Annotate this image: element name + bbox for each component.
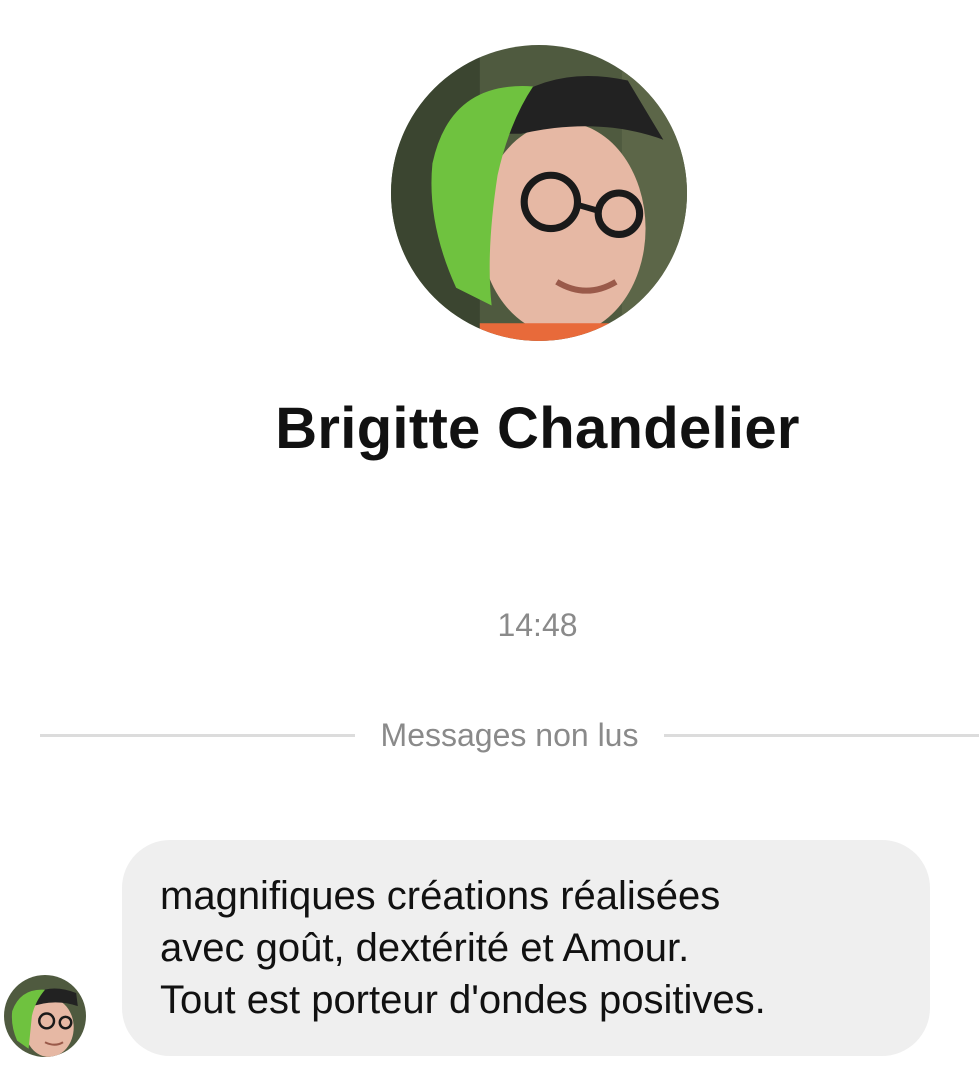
sender-avatar-small[interactable] <box>4 975 86 1057</box>
message-text-line: avec goût, dextérité et Amour. <box>160 926 690 970</box>
profile-photo-icon <box>4 975 86 1057</box>
profile-photo-icon <box>391 45 687 341</box>
message-bubble[interactable]: magnifiques créations réalisées avec goû… <box>122 840 930 1056</box>
contact-avatar-large[interactable] <box>391 45 687 341</box>
divider-line-right <box>664 733 979 737</box>
unread-divider: Messages non lus <box>40 712 979 758</box>
divider-line-left <box>40 733 355 737</box>
message-text-line: magnifiques créations réalisées <box>160 874 721 918</box>
message-text-line: Tout est porteur d'ondes positives. <box>160 978 766 1022</box>
unread-divider-label: Messages non lus <box>380 716 639 753</box>
contact-name[interactable]: Brigitte Chandelier <box>0 395 979 462</box>
message-timestamp: 14:48 <box>497 607 578 643</box>
